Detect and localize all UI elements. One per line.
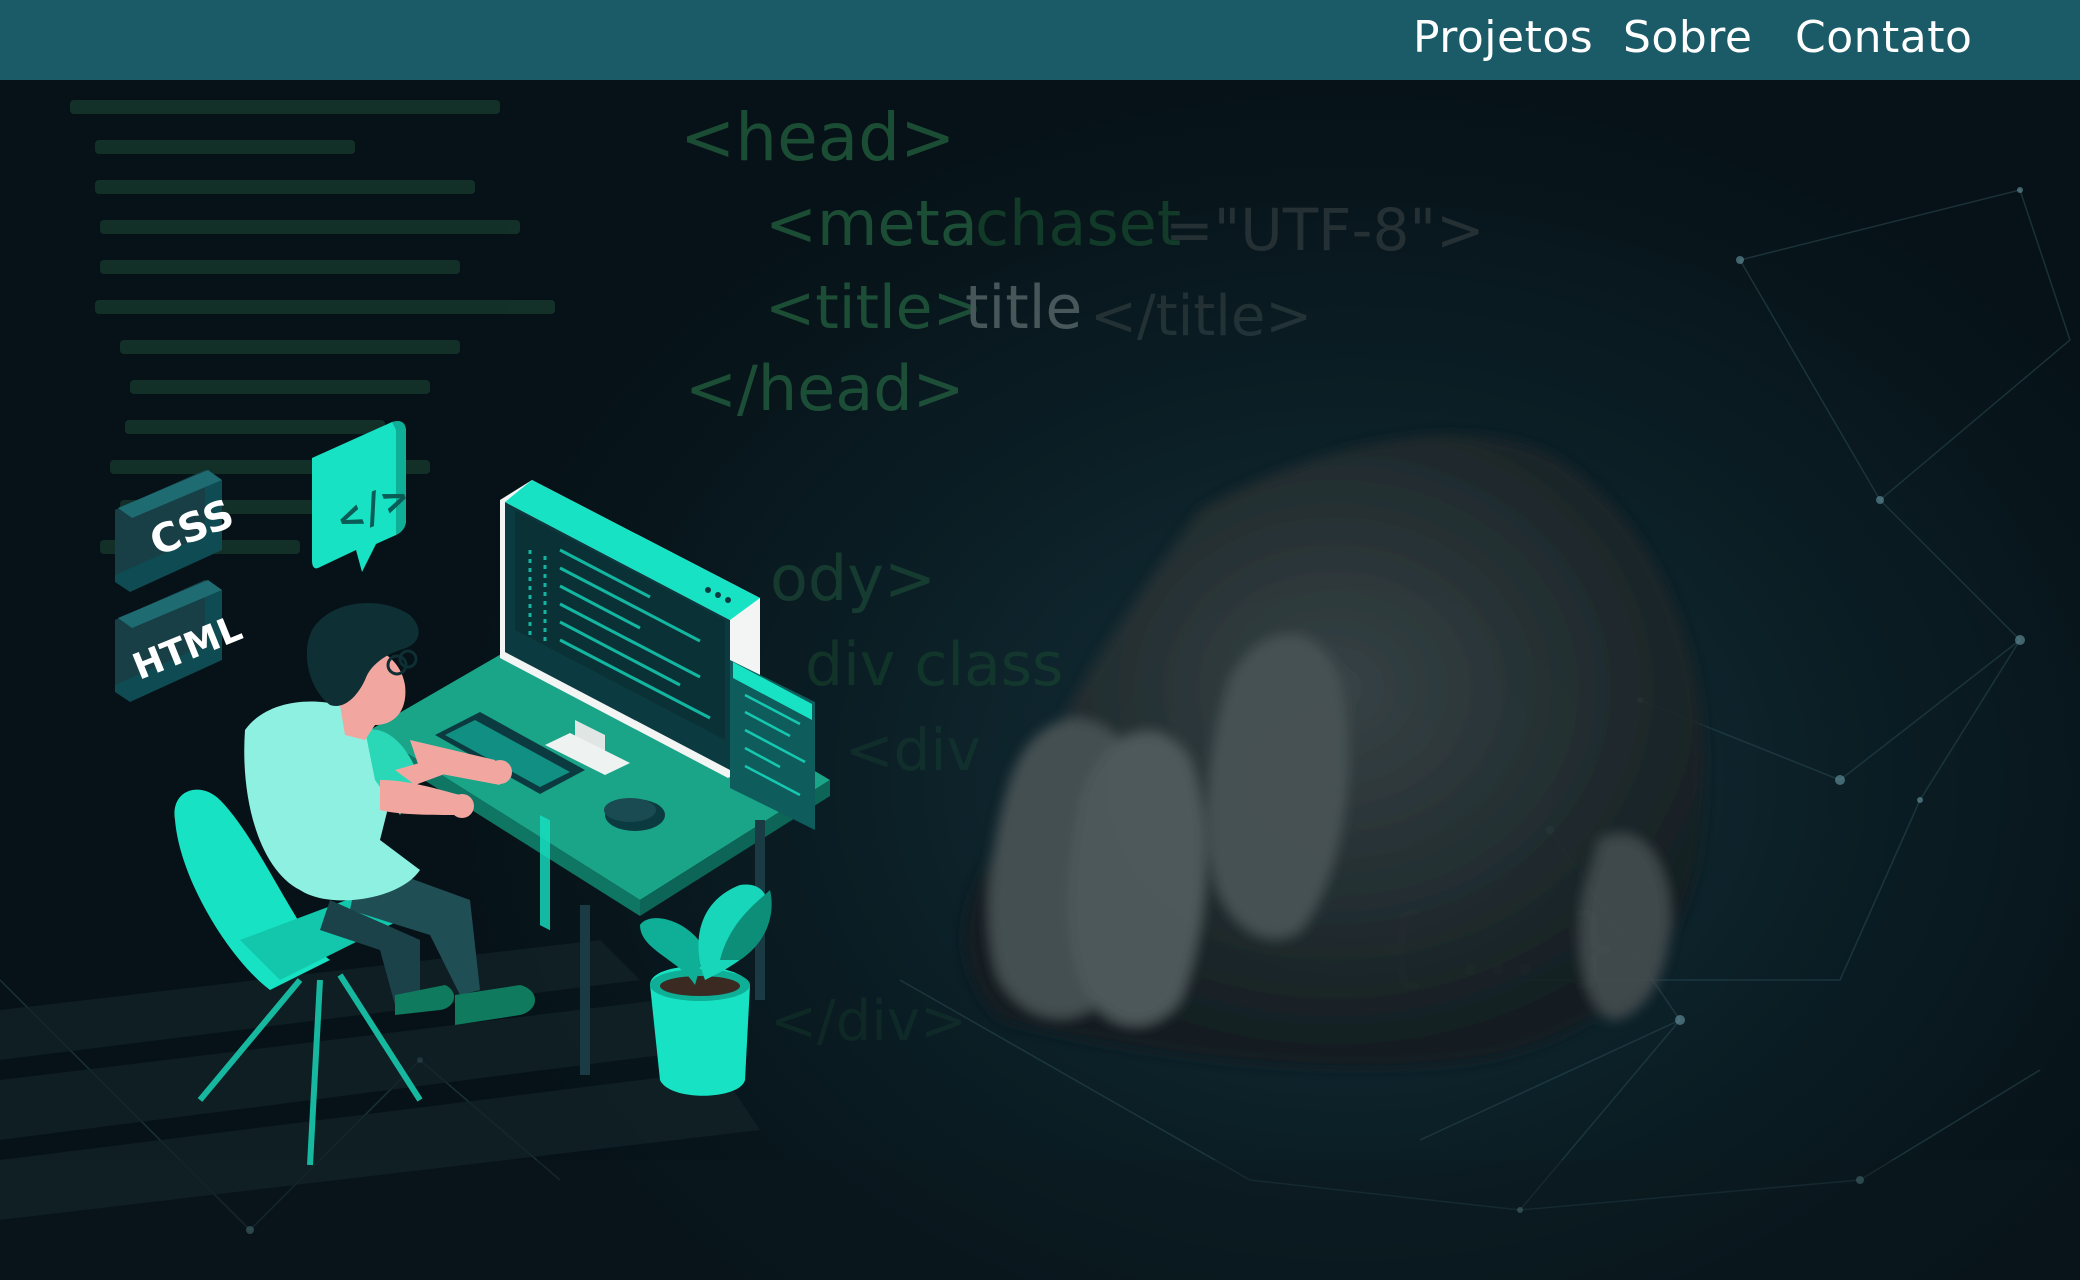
nav-link-contato[interactable]: Contato bbox=[1795, 10, 1972, 66]
code-tag-bubble: </> bbox=[312, 421, 415, 572]
css-badge: CSS bbox=[115, 470, 240, 592]
nav-link-sobre[interactable]: Sobre bbox=[1623, 10, 1752, 66]
top-nav: Projetos Sobre Contato bbox=[0, 0, 2080, 80]
potted-plant bbox=[640, 884, 772, 1096]
nav-link-projetos[interactable]: Projetos bbox=[1413, 10, 1593, 66]
html-badge: HTML bbox=[115, 580, 248, 702]
developer-illustration: CSS HTML </> bbox=[115, 421, 830, 1166]
hero-banner: <head> <meta chaset ="UTF-8"> <title> ti… bbox=[0, 80, 2080, 1280]
